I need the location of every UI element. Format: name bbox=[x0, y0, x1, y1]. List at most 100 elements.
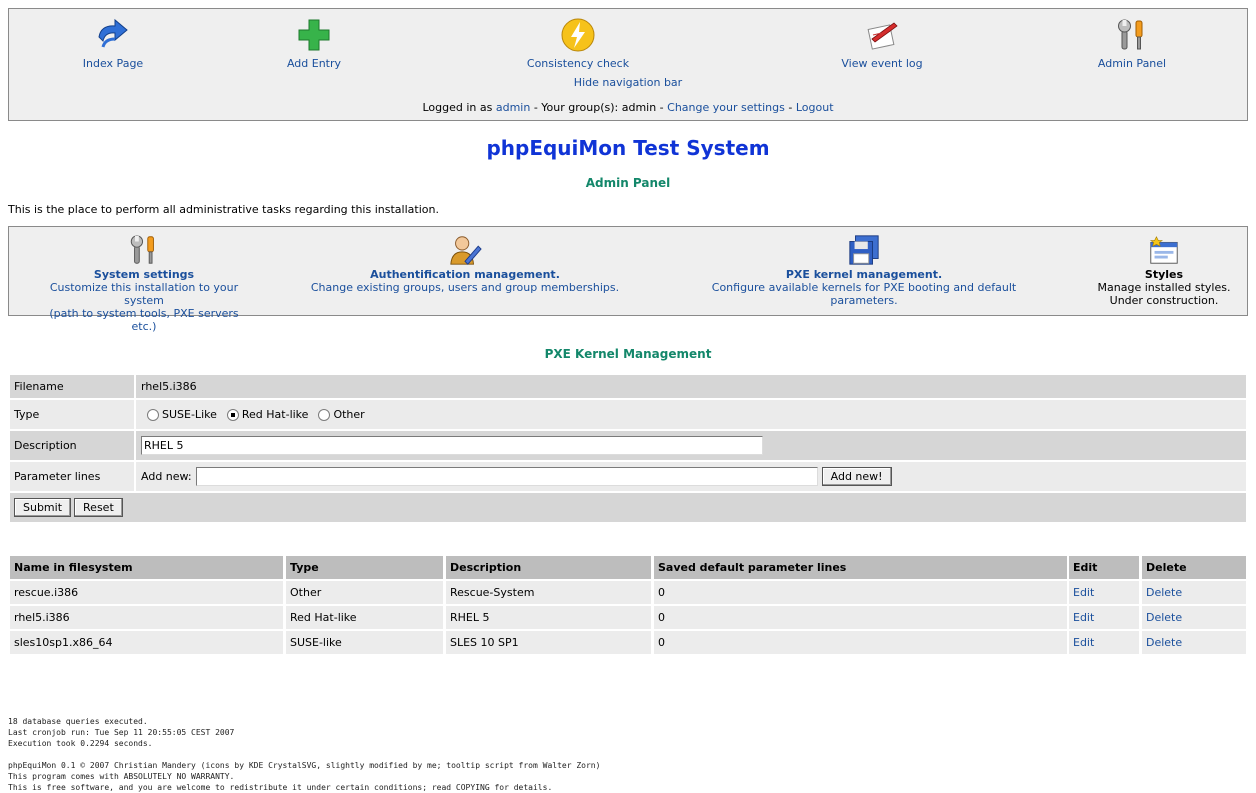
form-row-description: Description bbox=[10, 431, 1246, 460]
delete-link[interactable]: Delete bbox=[1142, 631, 1246, 654]
cell-description: Rescue-System bbox=[446, 581, 651, 604]
edit-link[interactable]: Edit bbox=[1069, 581, 1139, 604]
nav-consistency-check[interactable]: Consistency check bbox=[508, 17, 648, 70]
nav-view-event-log[interactable]: View event log bbox=[812, 17, 952, 70]
footer-line: Execution took 0.2294 seconds. bbox=[8, 739, 153, 748]
nav-view-event-log-label[interactable]: View event log bbox=[812, 57, 952, 70]
floppy-disks-icon bbox=[849, 235, 879, 265]
table-row: rhel5.i386 Red Hat-like RHEL 5 0 Edit De… bbox=[10, 606, 1246, 629]
panel-title[interactable]: Authentification management. bbox=[309, 268, 621, 281]
add-new-button[interactable]: Add new! bbox=[821, 467, 892, 486]
filename-label: Filename bbox=[10, 375, 134, 398]
parameter-lines-cell: Add new: Add new! bbox=[136, 462, 1246, 491]
panel-desc: Change existing groups, users and group … bbox=[310, 281, 620, 294]
delete-link[interactable]: Delete bbox=[1142, 581, 1246, 604]
form-row-actions: Submit Reset bbox=[10, 493, 1246, 522]
type-radio-other[interactable] bbox=[318, 408, 331, 421]
panel-styles: Styles Manage installed styles. Under co… bbox=[1097, 233, 1231, 307]
table-row: rescue.i386 Other Rescue-System 0 Edit D… bbox=[10, 581, 1246, 604]
nav-admin-panel[interactable]: Admin Panel bbox=[1062, 17, 1202, 70]
description-cell bbox=[136, 431, 1246, 460]
type-option-redhat[interactable]: Red Hat-like bbox=[242, 408, 309, 421]
panel-title[interactable]: System settings bbox=[39, 268, 249, 281]
form-row-parameter-lines: Parameter lines Add new: Add new! bbox=[10, 462, 1246, 491]
page-title: phpEquiMon Test System bbox=[486, 136, 770, 160]
panel-desc-2: (path to system tools, PXE servers etc.) bbox=[49, 307, 239, 333]
description-label: Description bbox=[10, 431, 134, 460]
type-radio-suse[interactable] bbox=[147, 408, 159, 421]
separator: - bbox=[788, 101, 793, 114]
type-label: Type bbox=[10, 400, 134, 429]
panel-desc: Customize this installation to your syst… bbox=[49, 281, 239, 307]
nav-index-page-label[interactable]: Index Page bbox=[43, 57, 183, 70]
type-option-other[interactable]: Other bbox=[333, 408, 364, 421]
panel-desc: Configure available kernels for PXE boot… bbox=[711, 281, 1017, 307]
column-header: Type bbox=[286, 556, 443, 579]
cell-type: Other bbox=[286, 581, 443, 604]
change-settings-link[interactable]: Change your settings bbox=[667, 101, 785, 114]
navigation-bar: Index Page Add Entry Consistency check V… bbox=[8, 8, 1248, 121]
cell-description: RHEL 5 bbox=[446, 606, 651, 629]
tools-icon bbox=[1118, 19, 1143, 50]
user-link[interactable]: admin bbox=[496, 101, 530, 114]
nav-consistency-check-label[interactable]: Consistency check bbox=[508, 57, 648, 70]
column-header: Edit bbox=[1069, 556, 1139, 579]
parameter-lines-label: Parameter lines bbox=[10, 462, 134, 491]
nav-admin-panel-label[interactable]: Admin Panel bbox=[1062, 57, 1202, 70]
footer-line: 18 database queries executed. bbox=[8, 717, 148, 726]
footer-line: This program comes with ABSOLUTELY NO WA… bbox=[8, 772, 235, 781]
edit-link[interactable]: Edit bbox=[1069, 631, 1139, 654]
table-header-row: Name in filesystem Type Description Save… bbox=[10, 556, 1246, 579]
submit-button[interactable]: Submit bbox=[14, 498, 72, 517]
nav-add-entry[interactable]: Add Entry bbox=[244, 17, 384, 70]
hide-navigation-link[interactable]: Hide navigation bar bbox=[574, 76, 682, 89]
panel-pxe-kernel[interactable]: PXE kernel management. Configure availab… bbox=[681, 233, 1047, 307]
arrow-redo-icon bbox=[98, 18, 128, 48]
footer-spacer bbox=[8, 749, 600, 760]
cell-description: SLES 10 SP1 bbox=[446, 631, 651, 654]
column-header: Description bbox=[446, 556, 651, 579]
cell-name: rhel5.i386 bbox=[10, 606, 283, 629]
groups-text: - Your group(s): admin - bbox=[533, 101, 664, 114]
cell-name: sles10sp1.x86_64 bbox=[10, 631, 283, 654]
cell-type: SUSE-like bbox=[286, 631, 443, 654]
admin-panel-box: System settings Customize this installat… bbox=[8, 226, 1248, 333]
footer-line: This is free software, and you are welco… bbox=[8, 783, 553, 792]
tools-icon bbox=[130, 235, 154, 264]
description-input[interactable] bbox=[141, 436, 763, 455]
reset-button[interactable]: Reset bbox=[74, 498, 123, 517]
login-status: Logged in as admin - Your group(s): admi… bbox=[9, 101, 1247, 114]
footer: 18 database queries executed. Last cronj… bbox=[8, 716, 600, 793]
footer-line: Last cronjob run: Tue Sep 11 20:55:05 CE… bbox=[8, 728, 235, 737]
plus-icon bbox=[298, 19, 330, 51]
panel-title[interactable]: PXE kernel management. bbox=[681, 268, 1047, 281]
nav-add-entry-label[interactable]: Add Entry bbox=[244, 57, 384, 70]
type-option-suse[interactable]: SUSE-Like bbox=[162, 408, 217, 421]
column-header: Name in filesystem bbox=[10, 556, 283, 579]
cell-saved-params: 0 bbox=[654, 581, 1067, 604]
cell-name: rescue.i386 bbox=[10, 581, 283, 604]
edit-link[interactable]: Edit bbox=[1069, 606, 1139, 629]
form-row-type: Type SUSE-Like Red Hat-like Other bbox=[10, 400, 1246, 429]
window-style-icon bbox=[1149, 236, 1178, 264]
nav-index-page[interactable]: Index Page bbox=[43, 17, 183, 70]
user-edit-icon bbox=[450, 236, 482, 265]
filename-value: rhel5.i386 bbox=[136, 375, 1246, 398]
cell-type: Red Hat-like bbox=[286, 606, 443, 629]
delete-link[interactable]: Delete bbox=[1142, 606, 1246, 629]
panel-title: Styles bbox=[1144, 268, 1184, 281]
table-row: sles10sp1.x86_64 SUSE-like SLES 10 SP1 0… bbox=[10, 631, 1246, 654]
cell-saved-params: 0 bbox=[654, 606, 1067, 629]
panel-desc-2: Under construction. bbox=[1109, 294, 1219, 307]
admin-panel-heading: Admin Panel bbox=[585, 176, 671, 190]
panel-system-settings[interactable]: System settings Customize this installat… bbox=[39, 233, 249, 333]
lightning-icon bbox=[561, 18, 595, 52]
column-header: Saved default parameter lines bbox=[654, 556, 1067, 579]
panel-authentification[interactable]: Authentification management. Change exis… bbox=[309, 233, 621, 294]
column-header: Delete bbox=[1142, 556, 1246, 579]
intro-text: This is the place to perform all adminis… bbox=[8, 203, 439, 216]
logout-link[interactable]: Logout bbox=[796, 101, 834, 114]
add-parameter-input[interactable] bbox=[195, 467, 818, 486]
type-radio-redhat[interactable] bbox=[226, 408, 239, 421]
edit-document-icon bbox=[867, 22, 898, 50]
